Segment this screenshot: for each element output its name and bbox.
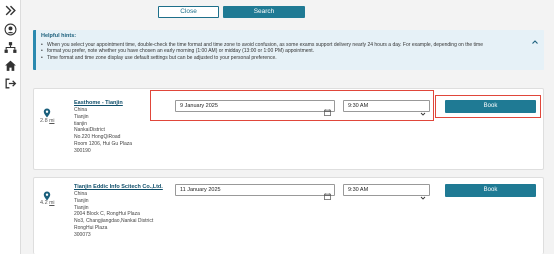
test-center-name-link[interactable]: Easthome - Tianjin [74, 100, 132, 107]
address-line: Tianjin [74, 197, 89, 204]
hints-title: Helpful hints: [41, 33, 77, 39]
time-value: 9:30 AM [348, 103, 369, 109]
address-line: tianjin [74, 120, 88, 127]
address-line: 2004 Block C, RongHui Plaza [74, 211, 140, 218]
sidebar [0, 0, 21, 254]
address-line: No3, Changjiangdao,Nankai District [74, 218, 154, 225]
calendar-icon[interactable] [324, 103, 331, 116]
address-line: RongHui Plaza [74, 224, 108, 231]
map-pin-icon [43, 105, 51, 118]
hint-item: Time format and time zone display use de… [41, 55, 531, 62]
address-line: China [74, 191, 88, 197]
helpful-hints-panel: Helpful hints: When you select your appo… [33, 30, 544, 70]
book-button[interactable]: Book [445, 100, 536, 113]
time-value: 9:30 AM [348, 187, 369, 193]
search-button[interactable]: Search [223, 6, 305, 18]
date-value: 9 January 2025 [180, 103, 218, 109]
sign-out-icon[interactable] [4, 77, 17, 90]
address-block: Tianjin Eddic Info Scitech Co.,Ltd. Chin… [74, 184, 163, 239]
date-picker[interactable]: 9 January 2025 [175, 100, 335, 116]
address-line: 300190 [74, 147, 91, 154]
expand-sidebar-icon[interactable] [4, 4, 17, 17]
test-center-card: 2.8 mi Easthome - Tianjin China Tianjin … [33, 88, 544, 170]
test-center-name-link[interactable]: Tianjin Eddic Info Scitech Co.,Ltd. [74, 184, 163, 191]
book-button[interactable]: Book [445, 184, 536, 197]
address-line: Tianjin [74, 204, 89, 211]
address-line: NankaiDistrict [74, 127, 105, 134]
address-line: Room 1206, Hui Gu Plaza [74, 140, 133, 147]
user-icon[interactable] [4, 23, 17, 36]
chevron-down-icon [420, 104, 426, 116]
hints-list: When you select your appointment time, d… [41, 42, 531, 61]
address-line: No.220 HongQiRoad [74, 134, 121, 141]
distance: 4.2 mi [40, 200, 54, 206]
date-value: 11 January 2025 [180, 187, 221, 193]
chevron-up-icon[interactable] [531, 33, 539, 44]
calendar-icon[interactable] [324, 187, 331, 200]
distance-unit: mi [49, 118, 55, 124]
address-line: China [74, 107, 88, 113]
time-select[interactable]: 9:30 AM [343, 100, 430, 116]
map-pin-icon [43, 188, 51, 201]
sitemap-icon[interactable] [4, 41, 17, 54]
test-center-card: 4.2 mi Tianjin Eddic Info Scitech Co.,Lt… [33, 177, 544, 254]
main-content: Close Search Helpful hints: When you sel… [21, 0, 554, 254]
chevron-down-icon [420, 188, 426, 200]
address-line: Tianjin [74, 113, 89, 120]
distance: 2.8 mi [40, 118, 54, 124]
address-block: Easthome - Tianjin China Tianjin tianjin… [74, 100, 132, 155]
distance-value: 2.8 [40, 118, 48, 124]
home-icon[interactable] [4, 59, 17, 72]
address-line: 300073 [74, 231, 91, 238]
distance-unit: mi [49, 200, 55, 206]
date-picker[interactable]: 11 January 2025 [175, 184, 335, 200]
close-button[interactable]: Close [158, 6, 219, 18]
distance-value: 4.2 [40, 200, 48, 206]
time-select[interactable]: 9:30 AM [343, 184, 430, 200]
